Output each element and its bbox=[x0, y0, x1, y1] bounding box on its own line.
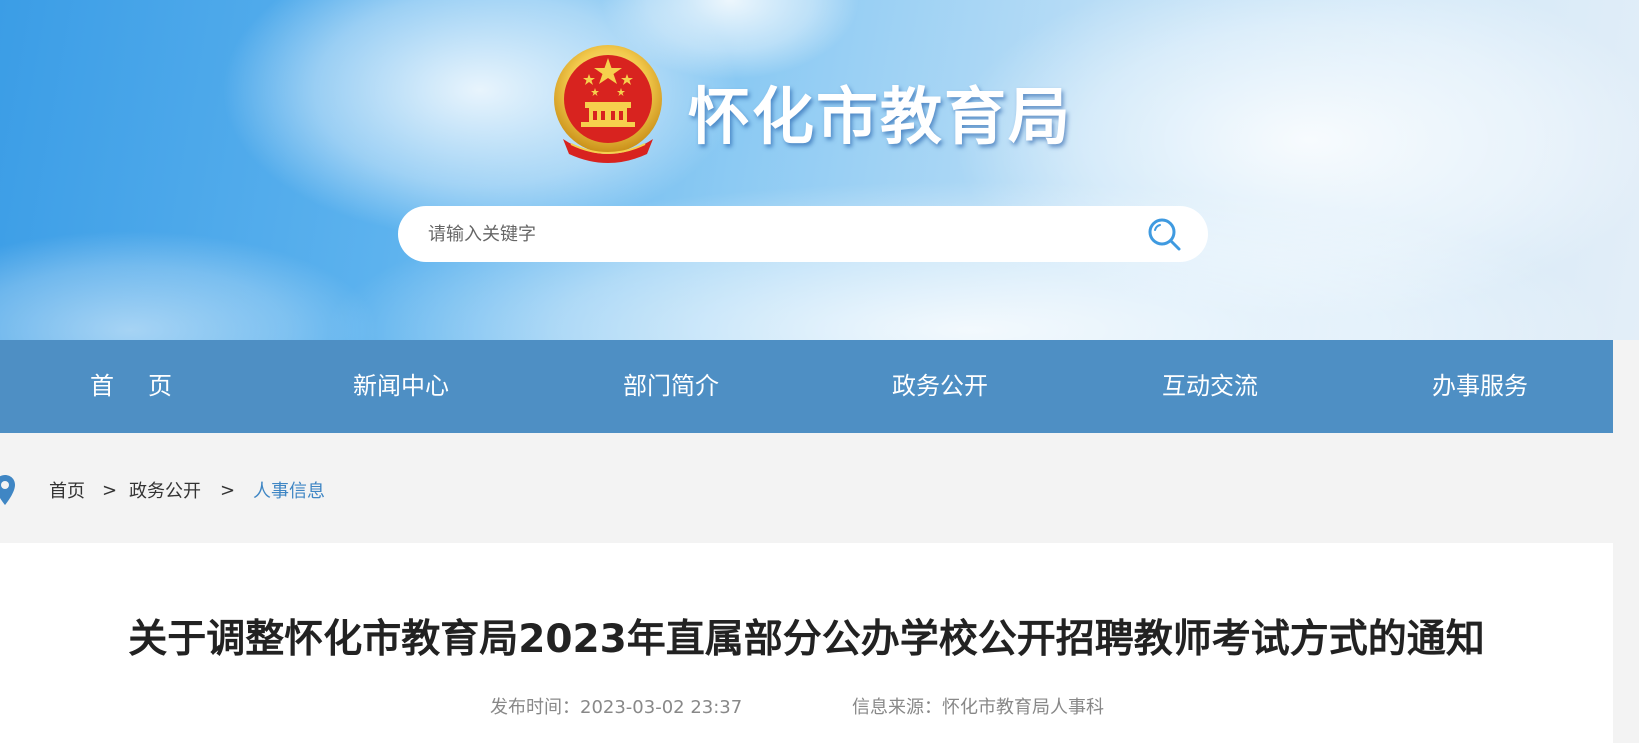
breadcrumb-home[interactable]: 首页 bbox=[49, 477, 85, 503]
breadcrumb-separator: > bbox=[102, 479, 118, 501]
nav-item-news[interactable]: 新闻中心 bbox=[353, 340, 449, 433]
breadcrumb-government-affairs[interactable]: 政务公开 bbox=[129, 477, 201, 503]
nav-item-departments[interactable]: 部门简介 bbox=[623, 340, 719, 433]
nav-item-government-affairs[interactable]: 政务公开 bbox=[892, 340, 988, 433]
site-header: 怀化市教育局 bbox=[0, 0, 1639, 340]
breadcrumb-separator: > bbox=[220, 479, 236, 501]
page-margin bbox=[1613, 340, 1639, 726]
location-pin-icon bbox=[0, 475, 15, 505]
nav-item-home[interactable]: 首页 bbox=[90, 340, 206, 433]
nav-item-services[interactable]: 办事服务 bbox=[1432, 340, 1528, 433]
national-emblem-icon bbox=[554, 45, 662, 163]
search-icon bbox=[1148, 218, 1181, 251]
cloud-decoration bbox=[0, 230, 380, 340]
article-container: 关于调整怀化市教育局2023年直属部分公办学校公开招聘教师考试方式的通知 发布时… bbox=[0, 543, 1613, 743]
breadcrumb-current-personnel-info[interactable]: 人事信息 bbox=[253, 477, 325, 503]
site-title: 怀化市教育局 bbox=[688, 80, 1073, 153]
main-nav: 首页 新闻中心 部门简介 政务公开 互动交流 办事服务 bbox=[0, 340, 1613, 433]
search-input[interactable] bbox=[426, 222, 1144, 246]
search-button[interactable] bbox=[1144, 214, 1184, 254]
search-bar bbox=[398, 206, 1208, 262]
info-source: 信息来源：怀化市教育局人事科 bbox=[852, 697, 1104, 718]
nav-item-interaction[interactable]: 互动交流 bbox=[1162, 340, 1258, 433]
publish-time: 发布时间：2023-03-02 23:37 bbox=[490, 697, 743, 718]
article-title: 关于调整怀化市教育局2023年直属部分公办学校公开招聘教师考试方式的通知 bbox=[128, 617, 1485, 662]
